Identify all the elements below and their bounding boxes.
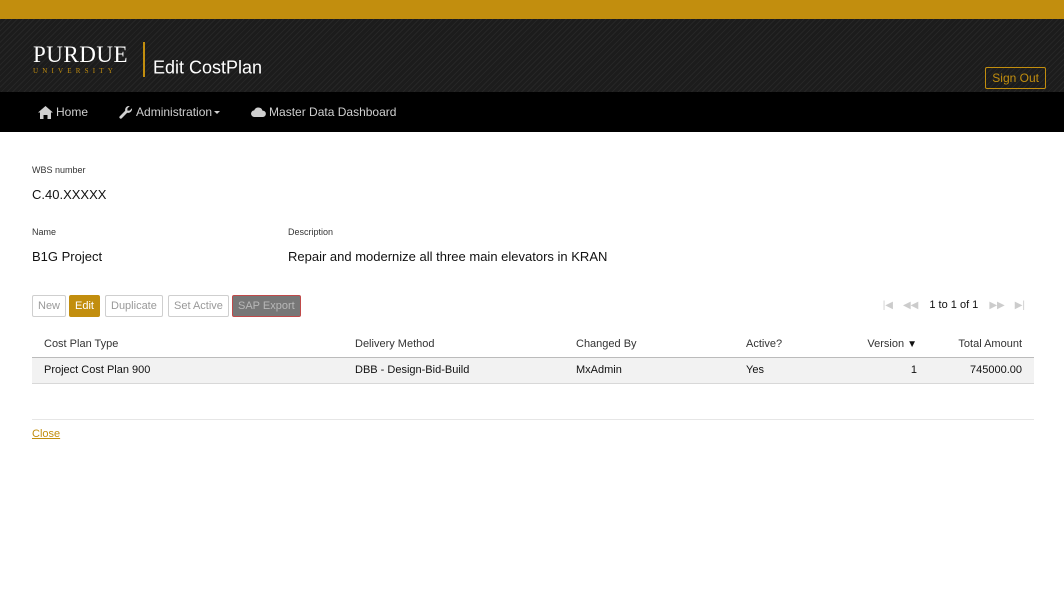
pagination: |◀ ◀◀ 1 to 1 of 1 ▶▶ ▶| [878,299,1030,311]
name-label: Name [32,227,57,237]
nav-home-label: Home [56,105,89,119]
nav-home[interactable]: Home [38,105,88,119]
description-label: Description [288,227,334,237]
previous-page-icon[interactable]: ◀◀ [903,300,918,311]
pagination-status: 1 to 1 of 1 [929,299,979,311]
top-accent-bar [0,0,1064,19]
wbs-number-value: C.40.XXXXX [32,187,107,202]
cell-changed-by: MxAdmin [564,357,734,384]
sign-out-button[interactable]: Sign Out [985,67,1046,89]
name-value: B1G Project [32,249,103,264]
sort-descending-icon: ▼ [907,338,917,350]
sap-export-button[interactable]: SAP Export [232,295,301,317]
table-row[interactable]: Project Cost Plan 900 DBB - Design-Bid-B… [32,357,1034,384]
main-nav: Home Administration Master Data Dashboar… [0,92,1064,132]
column-header-changed-by[interactable]: Changed By [564,331,734,358]
header-divider [143,42,145,77]
cell-version: 1 [834,357,929,384]
app-header: PURDUE UNIVERSITY Edit CostPlan Sign Out [0,19,1064,92]
page-title: Edit CostPlan [153,57,263,78]
cell-cost-plan-type: Project Cost Plan 900 [32,357,343,384]
cell-total-amount: 745000.00 [929,357,1034,384]
nav-administration[interactable]: Administration [119,105,221,119]
cloud-icon [251,107,266,117]
cell-active: Yes [734,357,834,384]
column-header-delivery-method[interactable]: Delivery Method [343,331,564,358]
chevron-down-icon [214,111,221,114]
description-value: Repair and modernize all three main elev… [288,249,608,264]
column-header-cost-plan-type[interactable]: Cost Plan Type [32,331,343,358]
section-divider [32,419,1034,420]
duplicate-button[interactable]: Duplicate [105,295,163,317]
set-active-button[interactable]: Set Active [168,295,229,317]
column-header-total-amount[interactable]: Total Amount [929,331,1034,358]
nav-administration-label: Administration [136,105,213,119]
first-page-icon[interactable]: |◀ [883,300,893,311]
column-header-version[interactable]: Version ▼ [834,331,929,358]
new-button[interactable]: New [32,295,67,317]
table-header-row: Cost Plan Type Delivery Method Changed B… [32,331,1034,358]
nav-master-data-label: Master Data Dashboard [269,105,397,119]
column-header-active[interactable]: Active? [734,331,834,358]
purdue-logo: PURDUE UNIVERSITY [33,42,129,76]
wbs-number-label: WBS number [32,165,86,175]
nav-master-data-dashboard[interactable]: Master Data Dashboard [251,105,396,119]
column-header-version-label: Version [867,337,905,350]
next-page-icon[interactable]: ▶▶ [989,300,1004,311]
last-page-icon[interactable]: ▶| [1015,300,1025,311]
wrench-icon [119,105,133,119]
cell-delivery-method: DBB - Design-Bid-Build [343,357,564,384]
logo-wordmark: PURDUE [33,42,129,67]
home-icon [38,105,53,119]
cost-plan-table: Cost Plan Type Delivery Method Changed B… [32,331,1034,384]
logo-subtext: UNIVERSITY [33,67,117,75]
edit-button[interactable]: Edit [69,295,100,317]
close-link[interactable]: Close [32,428,60,440]
